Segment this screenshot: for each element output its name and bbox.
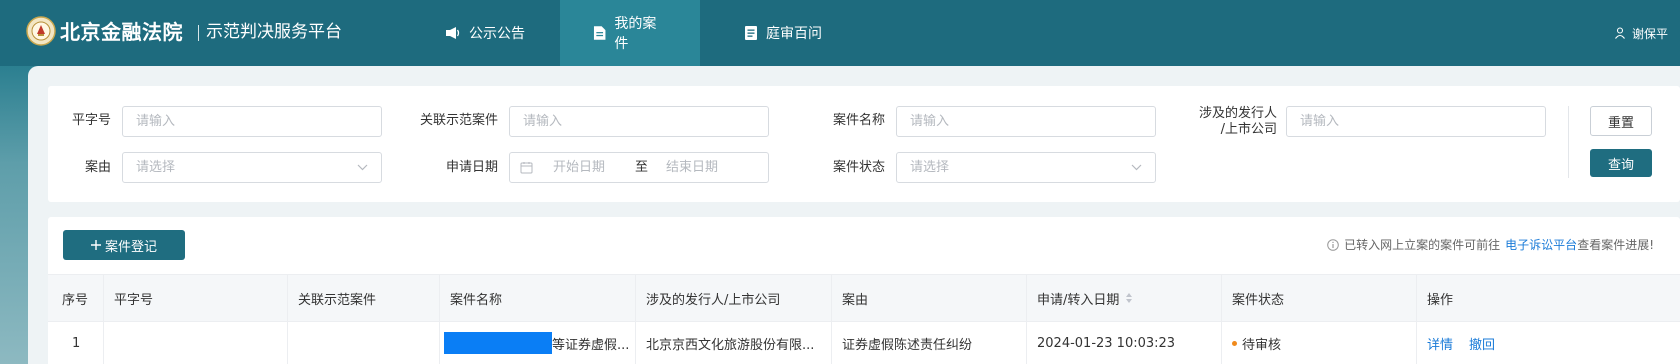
cause-select[interactable]: 请选择: [122, 152, 382, 183]
status-badge: 待审核: [1242, 337, 1282, 353]
brand-divider: [198, 25, 199, 41]
apply-date-range[interactable]: 开始日期 至 结束日期: [509, 152, 769, 183]
column-header: 案件状态: [1222, 275, 1417, 321]
query-button[interactable]: 查询: [1590, 149, 1652, 177]
reset-button[interactable]: 重置: [1590, 106, 1652, 136]
row-status: 待审核: [1222, 322, 1417, 364]
row-issuer: 北京京西文化旅游股份有限...: [636, 322, 832, 364]
register-case-label: 案件登记: [104, 239, 157, 255]
ping-zi-hao-label: 平字号: [71, 113, 111, 128]
nav-item-label: 公示公告: [469, 26, 525, 42]
issuer-label: 涉及的发行人 /上市公司: [1180, 106, 1277, 138]
top-header: 北京金融法院 示范判决服务平台 公示公告 我的案件 庭审百问 谢保平: [0, 0, 1680, 66]
register-case-button[interactable]: 案件登记: [63, 230, 185, 260]
platform-subtitle: 示范判决服务平台: [206, 22, 342, 42]
column-header: 案由: [832, 275, 1027, 321]
row-case-name-text: 等证券虚假...: [552, 337, 630, 353]
table-row: 1 等证券虚假... 北京京西文化旅游股份有限... 证券虚假陈述责任纠纷 20…: [48, 322, 1680, 364]
column-header: 案件名称: [440, 275, 636, 321]
megaphone-icon: [446, 27, 460, 39]
notice-suffix: 查看案件进展!: [1577, 238, 1654, 252]
nav-item-label: 庭审百问: [766, 26, 822, 42]
start-date-input[interactable]: 开始日期: [553, 153, 623, 182]
user-icon: [1615, 27, 1625, 39]
column-header-label: 申请/转入日期: [1037, 292, 1120, 308]
info-icon: [1327, 238, 1339, 251]
related-case-input[interactable]: [509, 106, 769, 137]
row-related-case: [288, 322, 440, 364]
column-header: 操作: [1427, 292, 1454, 308]
nav-item-announcements[interactable]: 公示公告: [445, 0, 525, 66]
row-cause: 证券虚假陈述责任纠纷: [832, 322, 1027, 364]
cause-select-placeholder: 请选择: [136, 160, 176, 175]
nav-item-trial-faq[interactable]: 庭审百问: [744, 0, 822, 66]
table-header: 序号 平字号 关联示范案件 案件名称 涉及的发行人/上市公司 案由 申请/转入日…: [48, 274, 1680, 322]
e-litigation-link[interactable]: 电子诉讼平台: [1505, 236, 1577, 253]
chevron-down-icon: [1131, 164, 1142, 171]
filter-actions-divider: [1568, 106, 1569, 178]
date-column-header[interactable]: 申请/转入日期: [1027, 275, 1222, 321]
notice-prefix: 已转入网上立案的案件可前往: [1344, 238, 1501, 252]
notice-text: 已转入网上立案的案件可前往 电子诉讼平台 查看案件进展!: [1327, 236, 1654, 253]
nav-item-label: 我的案件: [614, 16, 657, 52]
detail-link[interactable]: 详情: [1427, 334, 1453, 353]
user-name: 谢保平: [1631, 26, 1668, 41]
case-status-placeholder: 请选择: [910, 160, 950, 175]
related-case-label: 关联示范案件: [419, 113, 498, 128]
row-date: 2024-01-23 10:03:23: [1027, 322, 1222, 364]
plus-icon: [90, 240, 101, 250]
ping-zi-hao-input[interactable]: [122, 106, 382, 137]
issuer-input[interactable]: [1286, 106, 1546, 137]
apply-date-label: 申请日期: [445, 160, 498, 175]
issuer-label-line1: 涉及的发行人: [1198, 106, 1277, 121]
case-status-label: 案件状态: [832, 160, 885, 175]
redaction-block: [444, 332, 552, 354]
row-case-name: 等证券虚假...: [440, 322, 636, 364]
status-dot: [1232, 340, 1237, 346]
calendar-icon: [520, 162, 533, 174]
user-menu[interactable]: 谢保平: [1614, 0, 1668, 66]
column-header: 平字号: [104, 275, 288, 321]
column-header: 涉及的发行人/上市公司: [636, 275, 832, 321]
document-icon: [593, 26, 606, 40]
column-header: 序号: [48, 275, 104, 321]
case-status-select[interactable]: 请选择: [896, 152, 1156, 183]
court-emblem-icon: [26, 16, 56, 46]
case-name-label: 案件名称: [832, 113, 885, 128]
row-index: 1: [48, 322, 104, 364]
withdraw-link[interactable]: 撤回: [1469, 334, 1495, 353]
brand-name: 北京金融法院: [60, 20, 183, 44]
case-name-input[interactable]: [896, 106, 1156, 137]
chevron-down-icon: [357, 164, 368, 171]
sort-icon[interactable]: [1125, 292, 1133, 304]
nav-item-my-cases[interactable]: 我的案件: [560, 0, 700, 66]
column-header: 关联示范案件: [288, 275, 440, 321]
end-date-input[interactable]: 结束日期: [666, 153, 718, 182]
date-range-separator: 至: [635, 160, 649, 175]
filter-panel: [48, 86, 1680, 202]
issuer-label-line2: /上市公司: [1220, 122, 1277, 137]
cause-label: 案由: [84, 160, 111, 175]
row-ping-zi-hao: [104, 322, 288, 364]
row-actions: 详情 撤回: [1417, 322, 1680, 364]
list-document-icon: [745, 26, 757, 40]
